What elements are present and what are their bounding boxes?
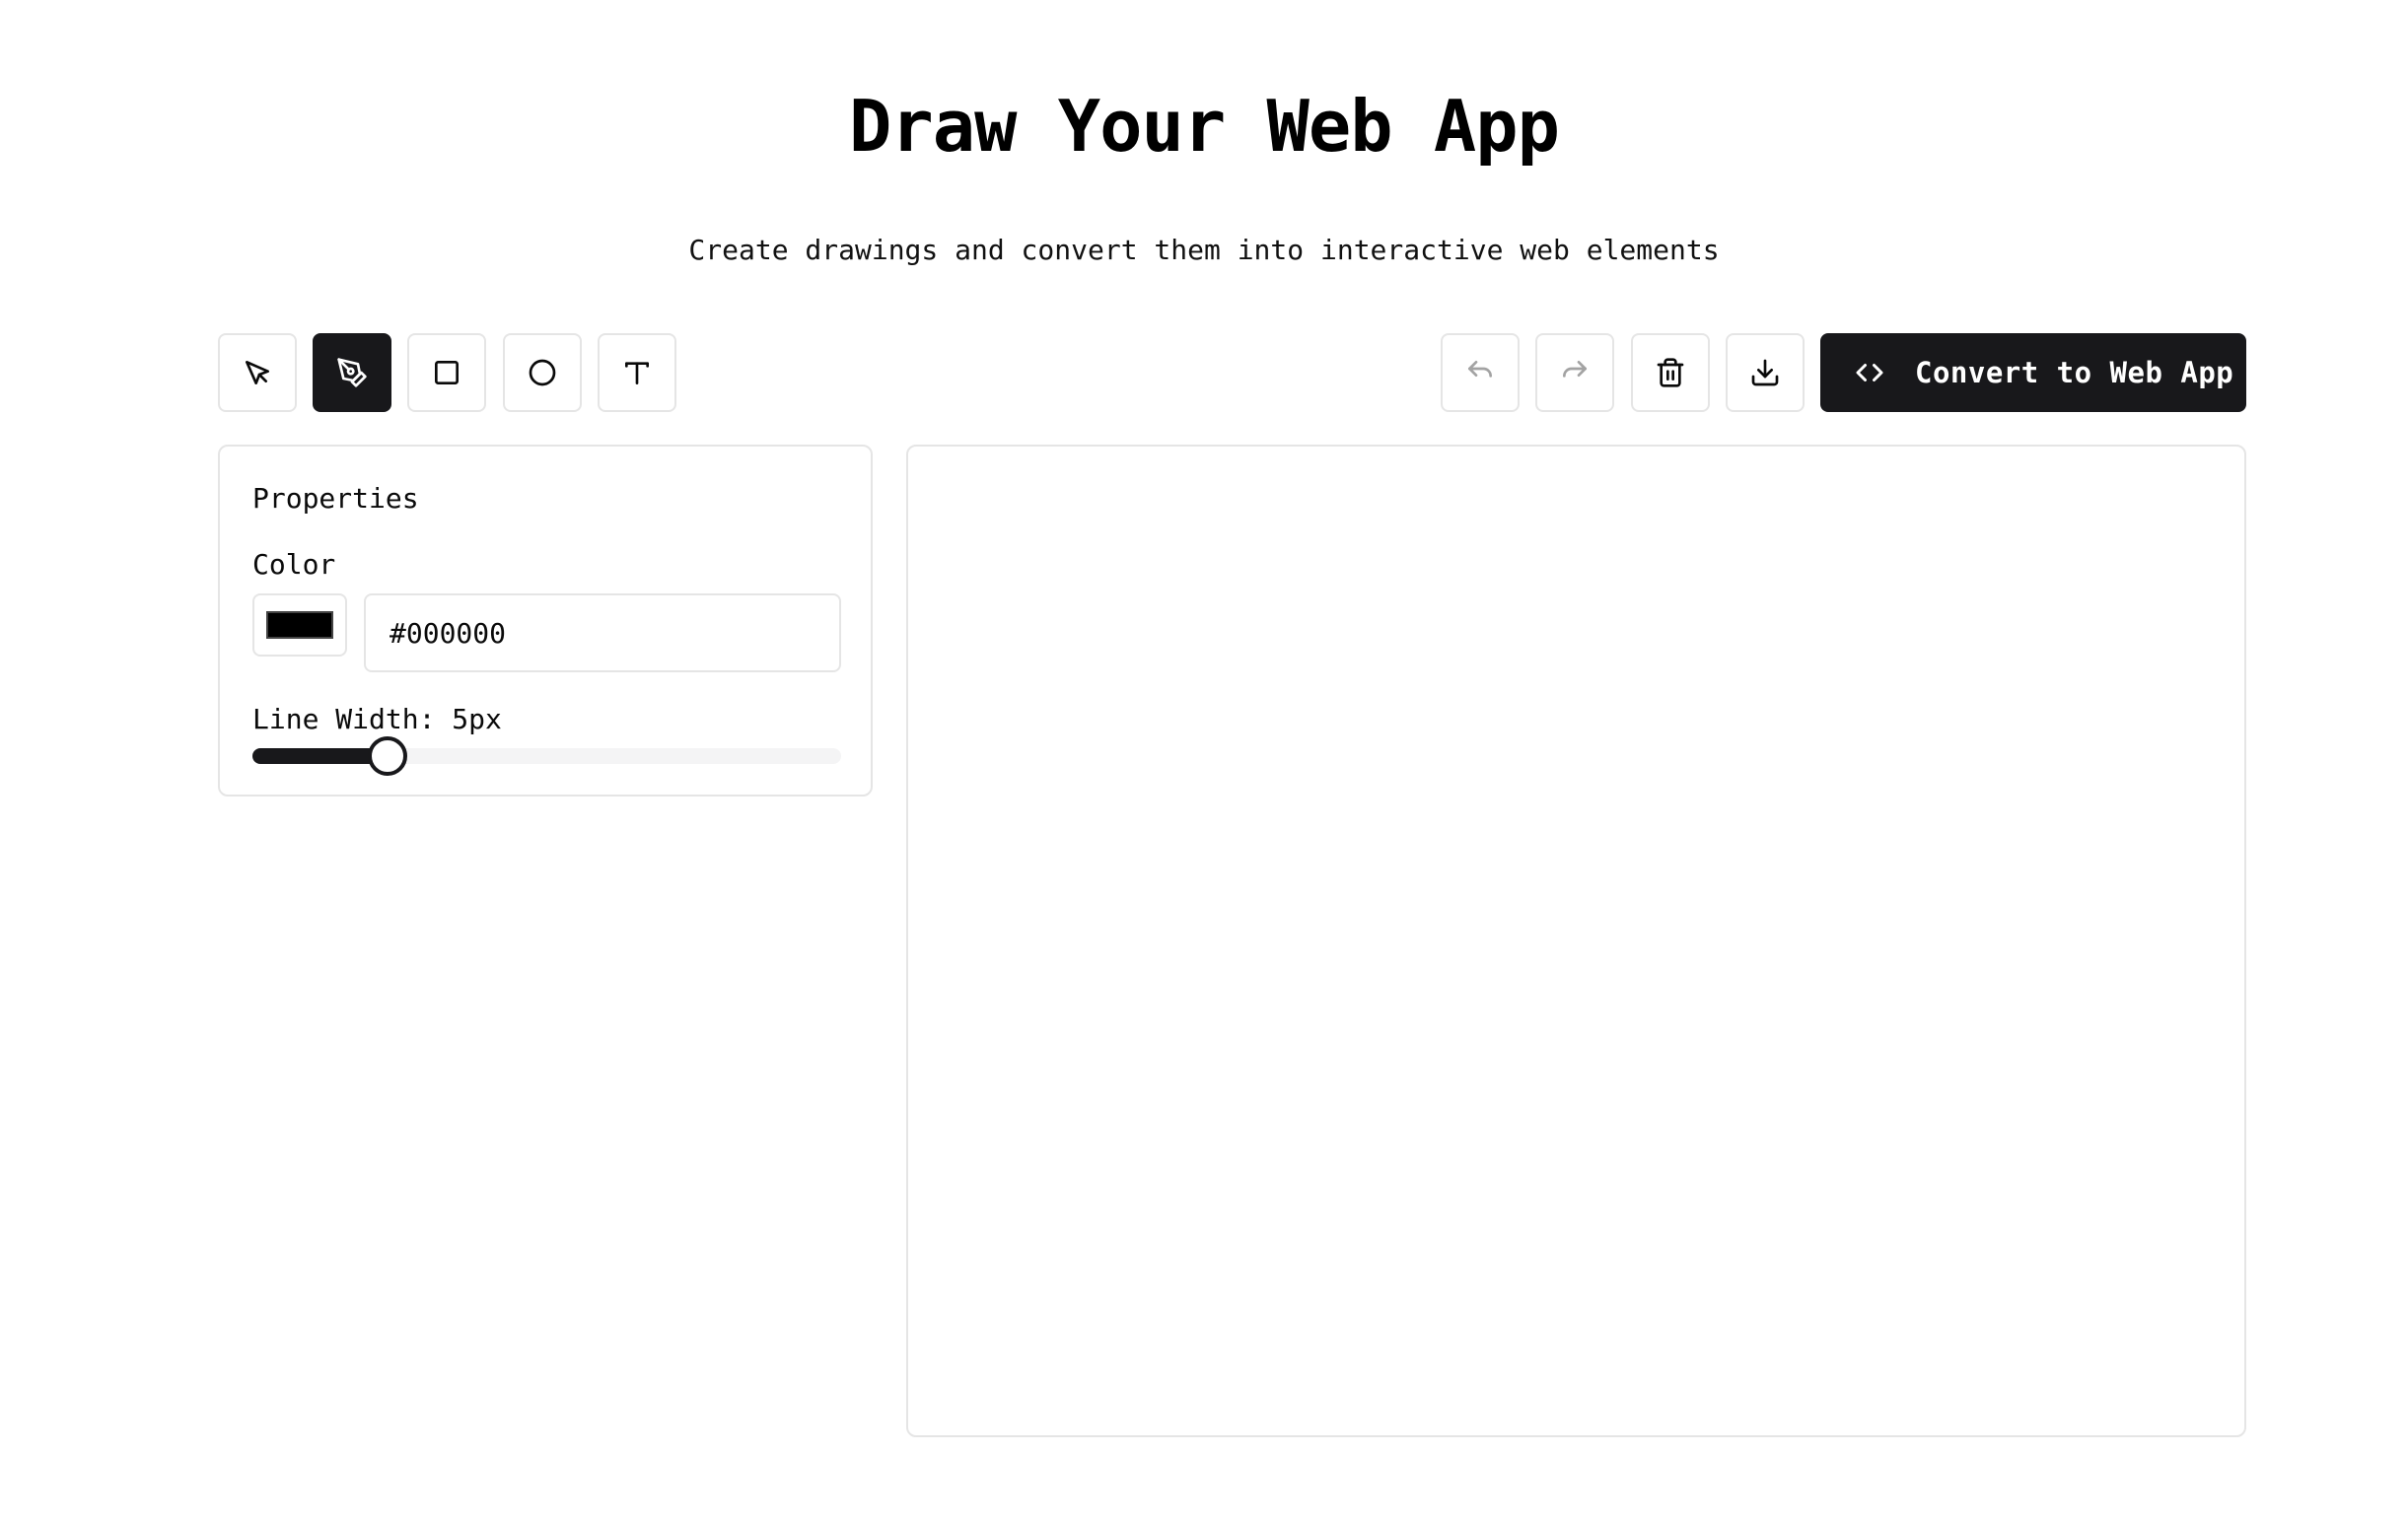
- redo-icon: [1563, 361, 1587, 378]
- select-tool-button[interactable]: [218, 333, 297, 412]
- code-icon: [1856, 364, 1883, 381]
- line-width-slider[interactable]: [252, 736, 841, 776]
- download-button[interactable]: [1726, 333, 1805, 412]
- rectangle-tool-button[interactable]: [407, 333, 486, 412]
- page-subtitle: Create drawings and convert them into in…: [688, 234, 1720, 266]
- pen-tool-icon: [337, 358, 367, 387]
- clear-canvas-button[interactable]: [1631, 333, 1710, 412]
- color-label: Color: [252, 548, 336, 581]
- undo-button[interactable]: [1441, 333, 1520, 412]
- line-width-label: Line Width: 5px: [252, 703, 502, 735]
- convert-button-label: Convert to Web App: [1915, 356, 2234, 389]
- color-hex-input[interactable]: [364, 593, 841, 672]
- undo-icon: [1468, 361, 1492, 378]
- properties-title: Properties: [252, 482, 419, 515]
- line-width-slider-thumb[interactable]: [368, 736, 408, 776]
- drawing-canvas[interactable]: [906, 445, 2246, 1437]
- text-icon: [625, 362, 649, 384]
- color-picker[interactable]: [252, 593, 347, 657]
- circle-tool-button[interactable]: [503, 333, 582, 412]
- redo-button[interactable]: [1535, 333, 1614, 412]
- page-title: Draw Your Web App: [849, 85, 1560, 168]
- page: Draw Your Web App Create drawings and co…: [0, 0, 2408, 1524]
- trash-icon: [1657, 358, 1684, 387]
- text-tool-button[interactable]: [598, 333, 676, 412]
- circle-icon: [529, 359, 556, 386]
- color-swatch: [266, 611, 333, 639]
- properties-panel: Properties Color Line Width: 5px: [218, 445, 873, 797]
- square-icon: [435, 361, 459, 384]
- convert-to-web-app-button[interactable]: Convert to Web App: [1820, 333, 2246, 412]
- pen-tool-button[interactable]: [313, 333, 391, 412]
- download-icon: [1751, 359, 1779, 386]
- pointer-icon: [246, 361, 269, 384]
